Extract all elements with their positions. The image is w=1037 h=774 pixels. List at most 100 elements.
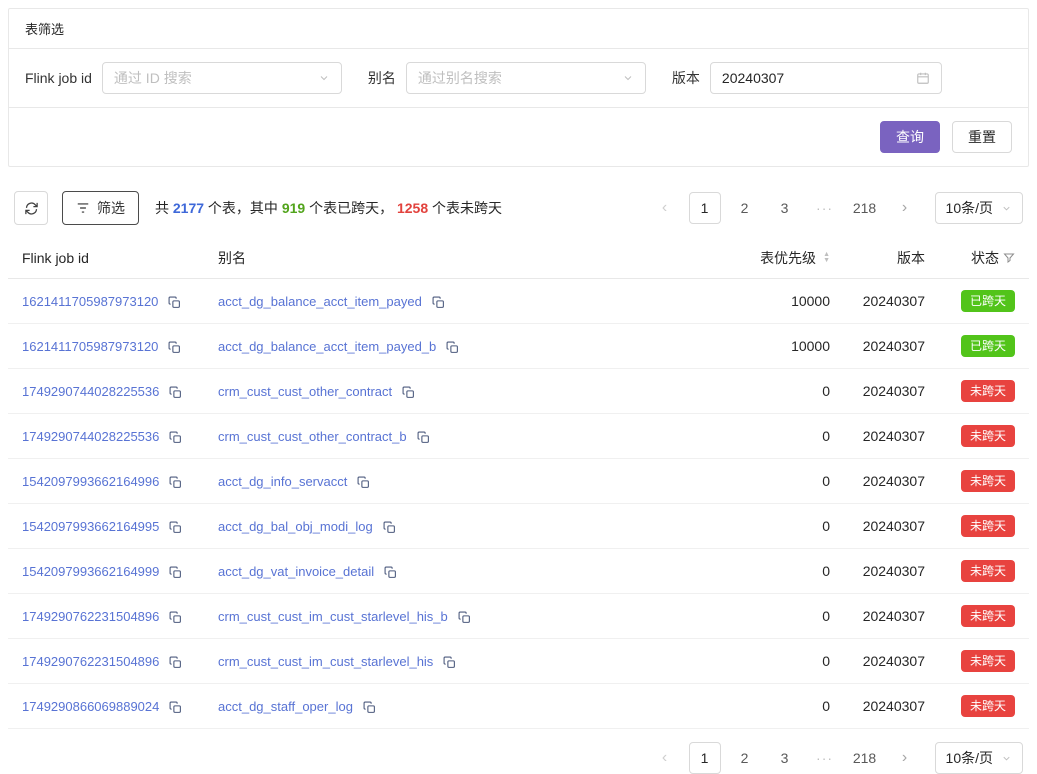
- header-flink-job-id: Flink job id: [22, 250, 218, 266]
- page-button-3[interactable]: 3: [769, 742, 801, 774]
- next-page-button[interactable]: ›: [889, 192, 921, 224]
- page-button-3[interactable]: 3: [769, 192, 801, 224]
- page-button-2[interactable]: 2: [729, 192, 761, 224]
- prev-page-button[interactable]: ‹: [649, 192, 681, 224]
- filter-panel: 表筛选 Flink job id 通过 ID 搜索 别名 通过别名搜索: [8, 8, 1029, 167]
- next-page-button[interactable]: ›: [889, 742, 921, 774]
- copy-icon[interactable]: [402, 386, 415, 399]
- flink-job-id-link[interactable]: 1621411705987973120: [22, 294, 158, 309]
- copy-icon[interactable]: [417, 431, 430, 444]
- copy-icon[interactable]: [169, 521, 182, 534]
- table-row: 1749290762231504896 crm_cust_cust_im_cus…: [8, 639, 1029, 684]
- status-badge: 未跨天: [961, 560, 1015, 582]
- copy-icon[interactable]: [432, 296, 445, 309]
- alias-link[interactable]: acct_dg_info_servacct: [218, 474, 347, 489]
- alias-link[interactable]: crm_cust_cust_im_cust_starlevel_his_b: [218, 609, 448, 624]
- sort-icon[interactable]: ▲▼: [823, 252, 830, 264]
- alias-link[interactable]: acct_dg_balance_acct_item_payed: [218, 294, 422, 309]
- status-badge: 未跨天: [961, 470, 1015, 492]
- flink-job-id-link[interactable]: 1542097993662164999: [22, 564, 159, 579]
- query-button[interactable]: 查询: [880, 121, 940, 153]
- pagination: ‹ 1 2 3 ··· 218 ›: [645, 192, 925, 224]
- version-value-input[interactable]: [722, 70, 916, 86]
- funnel-icon[interactable]: [1003, 252, 1015, 264]
- copy-icon[interactable]: [169, 431, 182, 444]
- page-size-select[interactable]: 10条/页: [935, 742, 1023, 774]
- cell-flink-job-id: 1542097993662164996: [22, 473, 218, 489]
- header-version: 版本: [830, 248, 925, 268]
- flink-job-id-link[interactable]: 1749290762231504896: [22, 654, 159, 669]
- status-badge: 未跨天: [961, 605, 1015, 627]
- copy-icon[interactable]: [357, 476, 370, 489]
- cell-flink-job-id: 1749290744028225536: [22, 383, 218, 399]
- version-value: 20240307: [830, 518, 925, 534]
- cell-flink-job-id: 1542097993662164999: [22, 563, 218, 579]
- flink-job-id-label: Flink job id: [25, 70, 92, 86]
- priority-value: 10000: [700, 338, 830, 354]
- version-value: 20240307: [830, 563, 925, 579]
- alias-link[interactable]: crm_cust_cust_other_contract: [218, 384, 392, 399]
- refresh-button[interactable]: [14, 191, 48, 225]
- copy-icon[interactable]: [169, 476, 182, 489]
- copy-icon[interactable]: [168, 296, 181, 309]
- page-button-2[interactable]: 2: [729, 742, 761, 774]
- flink-job-id-link[interactable]: 1621411705987973120: [22, 339, 158, 354]
- cell-flink-job-id: 1749290762231504896: [22, 653, 218, 669]
- version-value: 20240307: [830, 473, 925, 489]
- alias-select[interactable]: 通过别名搜索: [406, 62, 646, 94]
- copy-icon[interactable]: [458, 611, 471, 624]
- cell-flink-job-id: 1749290744028225536: [22, 428, 218, 444]
- page-ellipsis[interactable]: ···: [809, 742, 841, 774]
- copy-icon[interactable]: [446, 341, 459, 354]
- page-size-select[interactable]: 10条/页: [935, 192, 1023, 224]
- reset-button[interactable]: 重置: [952, 121, 1012, 153]
- filter-toggle-button[interactable]: 筛选: [62, 191, 139, 225]
- copy-icon[interactable]: [169, 656, 182, 669]
- copy-icon[interactable]: [443, 656, 456, 669]
- priority-value: 0: [700, 698, 830, 714]
- alias-link[interactable]: acct_dg_staff_oper_log: [218, 699, 353, 714]
- copy-icon[interactable]: [169, 566, 182, 579]
- alias-link[interactable]: acct_dg_balance_acct_item_payed_b: [218, 339, 436, 354]
- page-size-label: 10条/页: [946, 748, 993, 768]
- priority-value: 0: [700, 653, 830, 669]
- copy-icon[interactable]: [168, 341, 181, 354]
- flink-job-id-link[interactable]: 1542097993662164995: [22, 519, 159, 534]
- flink-job-id-link[interactable]: 1749290762231504896: [22, 609, 159, 624]
- flink-job-id-link[interactable]: 1542097993662164996: [22, 474, 159, 489]
- copy-icon[interactable]: [169, 611, 182, 624]
- page-ellipsis[interactable]: ···: [809, 192, 841, 224]
- status-badge: 未跨天: [961, 650, 1015, 672]
- copy-icon[interactable]: [169, 701, 182, 714]
- page-button-1[interactable]: 1: [689, 192, 721, 224]
- alias-link[interactable]: acct_dg_vat_invoice_detail: [218, 564, 374, 579]
- alias-link[interactable]: crm_cust_cust_other_contract_b: [218, 429, 407, 444]
- table-row: 1749290762231504896 crm_cust_cust_im_cus…: [8, 594, 1029, 639]
- version-date-input[interactable]: [710, 62, 942, 94]
- header-priority: 表优先级 ▲▼: [700, 248, 830, 268]
- prev-page-button[interactable]: ‹: [649, 742, 681, 774]
- copy-icon[interactable]: [383, 521, 396, 534]
- page-button-218[interactable]: 218: [849, 742, 881, 774]
- copy-icon[interactable]: [363, 701, 376, 714]
- flink-job-id-link[interactable]: 1749290744028225536: [22, 429, 159, 444]
- copy-icon[interactable]: [169, 386, 182, 399]
- version-value: 20240307: [830, 608, 925, 624]
- header-status: 状态: [925, 248, 1015, 268]
- flink-job-id-link[interactable]: 1749290866069889024: [22, 699, 159, 714]
- flink-job-id-link[interactable]: 1749290744028225536: [22, 384, 159, 399]
- status-badge: 未跨天: [961, 425, 1015, 447]
- priority-value: 0: [700, 563, 830, 579]
- alias-link[interactable]: acct_dg_bal_obj_modi_log: [218, 519, 373, 534]
- flink-job-id-select[interactable]: 通过 ID 搜索: [102, 62, 342, 94]
- flink-job-id-placeholder: 通过 ID 搜索: [114, 68, 192, 88]
- page-button-218[interactable]: 218: [849, 192, 881, 224]
- page-button-1[interactable]: 1: [689, 742, 721, 774]
- priority-value: 0: [700, 428, 830, 444]
- table-row: 1542097993662164999 acct_dg_vat_invoice_…: [8, 549, 1029, 594]
- alias-link[interactable]: crm_cust_cust_im_cust_starlevel_his: [218, 654, 433, 669]
- summary-text: 个表，其中: [204, 200, 282, 216]
- cell-status: 未跨天: [925, 650, 1015, 672]
- copy-icon[interactable]: [384, 566, 397, 579]
- cell-alias: acct_dg_bal_obj_modi_log: [218, 518, 700, 534]
